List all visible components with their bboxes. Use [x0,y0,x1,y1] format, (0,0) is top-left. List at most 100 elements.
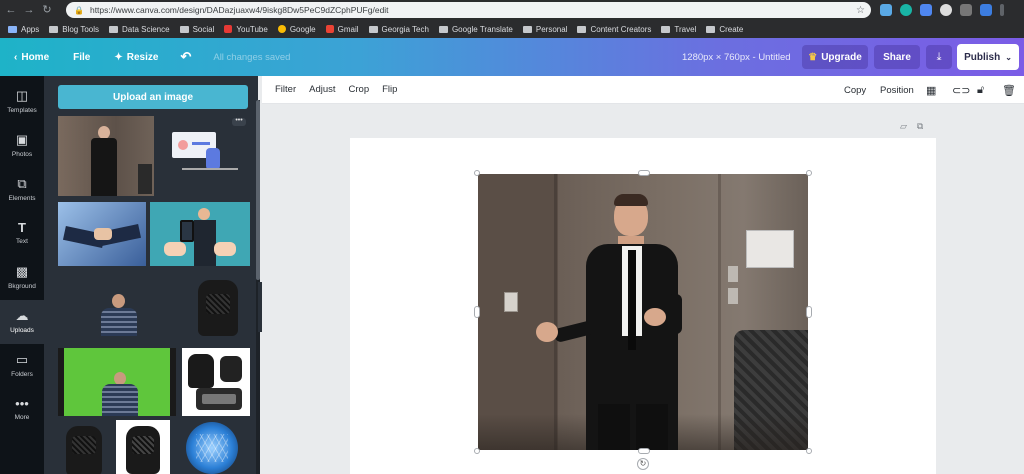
forward-icon[interactable]: → [22,3,36,17]
bookmark-google[interactable]: Google [277,25,316,34]
bookmark-youtube[interactable]: YouTube [224,25,268,34]
bookmark-star-icon[interactable]: ☆ [856,5,865,16]
folder-icon [522,25,532,33]
elements-icon: ⧉ [17,176,27,191]
bookmark-data-science[interactable]: Data Science [109,25,170,34]
resize-handle-bottom-left[interactable] [474,448,480,454]
youtube-icon [224,25,233,33]
undo-icon[interactable]: ↶ [180,49,191,65]
bookmark-blog-tools[interactable]: Blog Tools [49,25,99,34]
folder-icon [706,25,716,33]
bookmark-social[interactable]: Social [179,25,214,34]
extension-icon[interactable] [900,4,912,16]
position-button[interactable]: Position [880,76,914,104]
rail-item-photos[interactable]: ▣ Photos [0,124,44,168]
upload-thumbnail[interactable]: ••• [164,116,250,196]
rail-item-templates[interactable]: ◫ Templates [0,80,44,124]
bookmark-georgia-tech[interactable]: Georgia Tech [368,25,429,34]
extension-icon[interactable] [960,4,972,16]
lock-icon[interactable]: 🔓︎ [977,76,984,104]
upload-thumbnail[interactable] [58,348,176,416]
rail-label: Folders [11,371,33,378]
resize-handle-left[interactable] [474,306,480,318]
rail-item-folders[interactable]: ▭ Folders [0,344,44,388]
bookmark-apps[interactable]: Apps [8,25,39,34]
crown-icon: ♛ [808,51,818,63]
duplicate-page-icon[interactable]: ⧉ [917,121,923,132]
rotate-icon[interactable]: ↻ [637,458,649,470]
upload-thumbnail[interactable] [96,290,142,344]
link-icon[interactable]: ⊂⊃ [952,76,970,104]
bookmark-label: Data Science [122,24,170,34]
more-options-icon[interactable]: ••• [232,117,246,126]
resize-handle-top[interactable] [638,170,650,176]
design-dimensions-title[interactable]: 1280px × 760px - Untitled [682,52,791,63]
back-icon[interactable]: ← [4,3,18,17]
download-icon[interactable]: ⤓ [926,45,952,69]
upload-thumbnail[interactable] [58,422,110,474]
resize-handle-right[interactable] [806,306,812,318]
address-bar[interactable]: 🔒 https://www.canva.com/design/DADazjuax… [66,2,871,18]
bookmark-content-creators[interactable]: Content Creators [577,25,651,34]
bookmark-label: Apps [21,24,40,34]
upload-image-button[interactable]: Upload an image [58,85,248,109]
filter-button[interactable]: Filter [275,84,296,95]
resize-button[interactable]: ✦ Resize [114,52,158,63]
reload-icon[interactable]: ↻ [40,3,54,17]
bookmark-google-translate[interactable]: Google Translate [438,24,513,34]
upgrade-button[interactable]: ♛ Upgrade [802,45,868,69]
transparency-icon[interactable]: ▦ [926,76,936,104]
trash-icon[interactable]: 🗑︎ [1002,76,1016,104]
menu-dots-icon[interactable] [1000,4,1004,16]
publish-button[interactable]: Publish ⌄ [957,44,1019,70]
resize-handle-bottom-right[interactable] [806,448,812,454]
adjust-button[interactable]: Adjust [309,84,335,95]
extension-icon[interactable] [980,4,992,16]
share-button[interactable]: Share [874,45,920,69]
extension-icon[interactable] [940,4,952,16]
flip-button[interactable]: Flip [382,84,397,95]
uploads-panel: Upload an image ••• [44,76,258,474]
home-button[interactable]: ‹ Home [14,52,49,63]
upload-thumbnail[interactable] [58,202,146,266]
file-menu-button[interactable]: File [73,52,90,63]
left-nav-rail: ◫ Templates ▣ Photos ⧉ Elements T Text ▩ Bkgr… [0,76,44,474]
extension-icon[interactable] [920,4,932,16]
upload-thumbnail[interactable] [182,422,242,474]
crop-button[interactable]: Crop [349,84,370,95]
panel-scrollbar-thumb[interactable] [256,100,260,280]
rail-item-elements[interactable]: ⧉ Elements [0,168,44,212]
add-note-icon[interactable]: ▱ [900,121,907,132]
upload-thumbnail[interactable] [182,348,250,416]
gmail-icon [325,25,334,33]
save-status: All changes saved [213,51,291,63]
bookmark-label: Create [719,24,744,34]
rail-item-background[interactable]: ▩ Bkground [0,256,44,300]
upload-thumbnail[interactable] [58,116,154,196]
url-text[interactable]: https://www.canva.com/design/DADazjuaxw4… [90,5,856,15]
bookmark-personal[interactable]: Personal [522,25,567,34]
upload-thumbnail[interactable] [150,202,250,266]
rail-item-text[interactable]: T Text [0,212,44,256]
editor-header: ‹ Home File ✦ Resize ↶ All changes saved 1… [0,38,1024,76]
bookmark-gmail[interactable]: Gmail [325,25,359,34]
folder-icon [179,25,189,33]
rail-label: Uploads [10,327,34,334]
resize-handle-top-left[interactable] [474,170,480,176]
bookmark-label: Google Translate [451,24,513,34]
bookmark-create[interactable]: Create [706,25,743,34]
resize-handle-top-right[interactable] [806,170,812,176]
home-label: Home [21,51,50,63]
resize-handle-bottom[interactable] [638,448,650,454]
selected-photo[interactable] [477,173,809,451]
bookmark-travel[interactable]: Travel [661,25,696,34]
page-tools: ▱ ⧉ [900,121,923,132]
extension-icon[interactable] [880,4,892,16]
upload-thumbnail[interactable] [192,276,244,340]
uploads-icon: ☁ [15,308,29,323]
rail-item-uploads[interactable]: ☁ Uploads [0,300,44,344]
rail-label: Templates [7,107,37,114]
copy-button[interactable]: Copy [844,76,866,104]
upload-thumbnail[interactable] [116,420,170,474]
rail-item-more[interactable]: ••• More [0,388,44,432]
